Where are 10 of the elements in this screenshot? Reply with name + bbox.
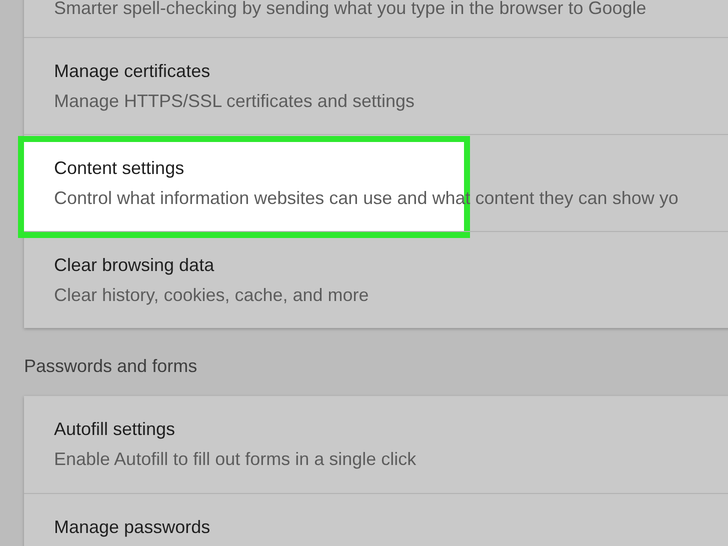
setting-description: Enable Autofill to fill out forms in a single click (53, 448, 418, 471)
setting-description: Smarter spell-checking by sending what you type in the browser to Google (53, 0, 648, 20)
setting-title[interactable]: Manage certificates (24, 59, 240, 83)
setting-title[interactable]: Content settings (24, 156, 214, 180)
setting-description: Clear history, cookies, cache, and more (53, 284, 370, 307)
setting-title[interactable]: Manage passwords (24, 515, 240, 539)
setting-title[interactable]: Autofill settings (24, 417, 206, 441)
setting-description: Manage HTTPS/SSL certificates and settings (53, 90, 416, 113)
setting-title[interactable]: Clear browsing data (24, 253, 244, 277)
section-heading: Passwords and forms (24, 354, 198, 378)
